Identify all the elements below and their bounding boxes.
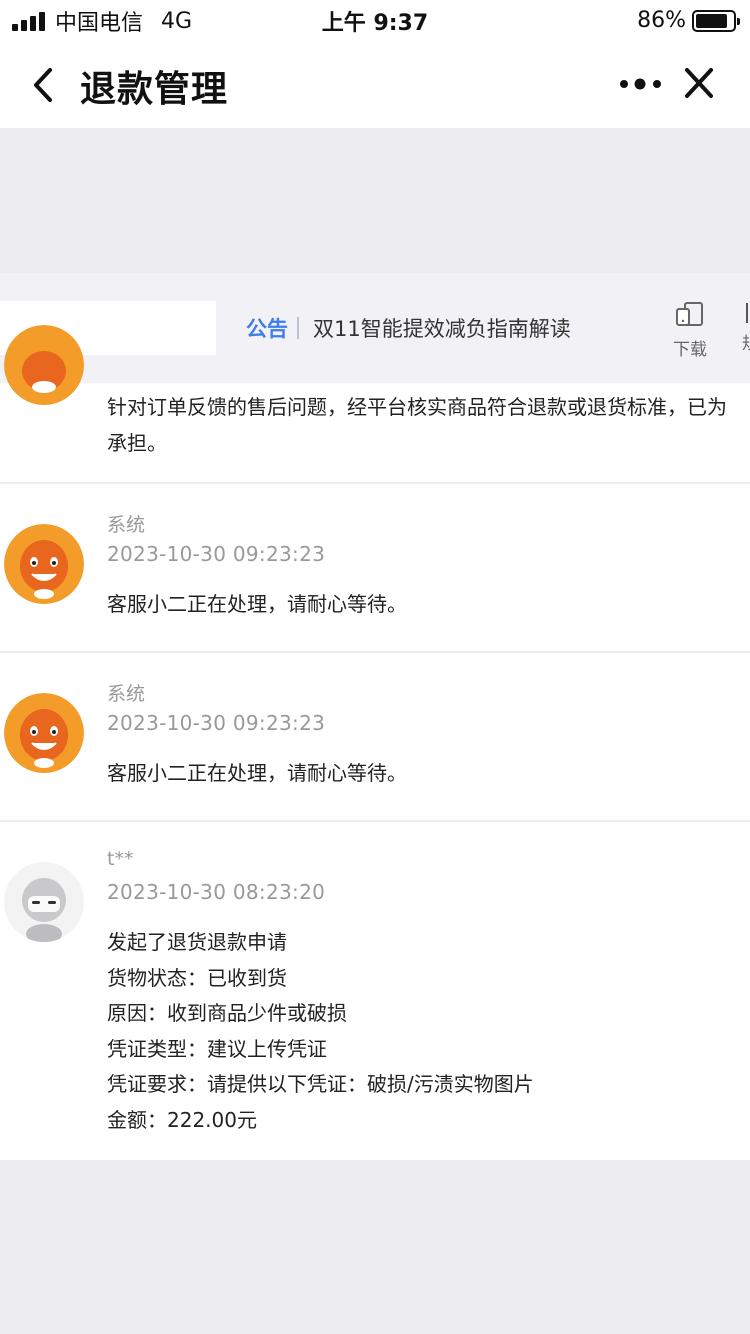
message-card-1: 针对订单反馈的售后问题，经平台核实商品符合退款或退货标准，已为 承担。: [0, 325, 750, 483]
mascot-avatar-icon: [4, 325, 84, 405]
side-label-fragment[interactable]: 规: [742, 329, 750, 354]
message-line: 承担。: [107, 431, 167, 455]
notice-tag: 公告: [246, 317, 288, 341]
message-line: 货物状态：已收到货: [107, 966, 287, 990]
message-line: 发起了退货退款申请: [107, 930, 287, 954]
message-timestamp: 2023-10-30 08:23:20: [107, 880, 326, 904]
signal-icon: [12, 11, 45, 31]
battery-status: 86%: [637, 8, 740, 33]
more-options-icon[interactable]: [618, 74, 664, 94]
message-card-3: 系统 2023-10-30 09:23:23 客服小二正在处理，请耐心等待。: [0, 653, 750, 821]
avatar: [4, 693, 84, 773]
banner-placeholder: [0, 128, 750, 273]
avatar: [4, 524, 84, 604]
message-line: 凭证类型：建议上传凭证: [107, 1037, 327, 1061]
battery-icon: [692, 9, 740, 32]
message-timestamp: 2023-10-30 09:23:23: [107, 711, 326, 735]
message-line: 金额：222.00元: [107, 1108, 257, 1132]
mascot-avatar-icon: [4, 693, 84, 773]
message-timestamp: 2023-10-30 09:23:23: [107, 542, 326, 566]
battery-percent: 86%: [637, 8, 686, 33]
download-label: 下载: [673, 340, 707, 360]
avatar: [4, 325, 84, 405]
page-title: 退款管理: [80, 69, 229, 110]
page-bottom-area: [0, 1160, 750, 1334]
avatar: [4, 862, 84, 942]
user-avatar-icon: [4, 862, 84, 942]
download-icon: [676, 302, 703, 326]
sender-name: 系统: [107, 683, 146, 705]
battery-fill: [696, 13, 727, 28]
message-line: 客服小二正在处理，请耐心等待。: [107, 761, 407, 785]
message-card-2: 系统 2023-10-30 09:23:23 客服小二正在处理，请耐心等待。: [0, 484, 750, 652]
mascot-avatar-icon: [4, 524, 84, 604]
network-type: 4G: [161, 8, 193, 34]
message-line: 原因：收到商品少件或破损: [107, 1001, 347, 1025]
status-bar: 中国电信 4G 上午 9:37 86%: [0, 0, 750, 42]
message-card-4: t** 2023-10-30 08:23:20 发起了退货退款申请 货物状态：已…: [0, 822, 750, 1160]
notice-divider: [297, 317, 299, 339]
message-line: 凭证要求：请提供以下凭证：破损/污渍实物图片: [107, 1072, 534, 1096]
nav-bar: 退款管理: [0, 42, 750, 128]
sender-name: 系统: [107, 514, 146, 536]
close-icon[interactable]: [684, 66, 714, 100]
side-icon-fragment: [746, 303, 748, 323]
message-line: 客服小二正在处理，请耐心等待。: [107, 592, 407, 616]
message-line: 针对订单反馈的售后问题，经平台核实商品符合退款或退货标准，已为: [107, 395, 727, 419]
notice-bar: 公告 双11智能提效减负指南解读 下载 规: [0, 273, 750, 383]
carrier-name: 中国电信: [55, 11, 144, 36]
download-button[interactable]: 下载: [670, 301, 710, 360]
sender-name: t**: [107, 848, 134, 870]
back-arrow-icon[interactable]: [30, 66, 58, 104]
notice-link[interactable]: 双11智能提效减负指南解读: [313, 313, 571, 343]
